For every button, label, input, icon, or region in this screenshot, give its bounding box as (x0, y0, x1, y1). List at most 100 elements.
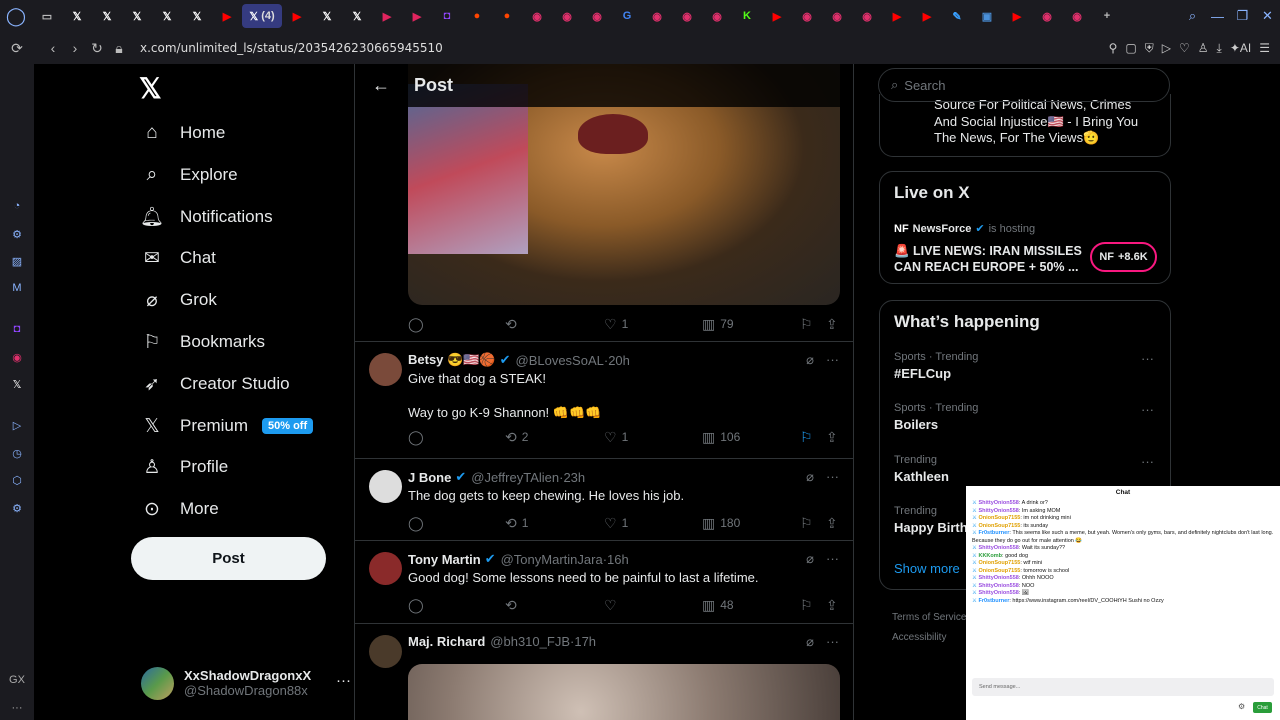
tab-youtube-icon[interactable]: ▶ (912, 4, 942, 28)
menu-icon[interactable]: ☰ (1259, 41, 1270, 55)
tab-arrow-icon[interactable]: ▶ (372, 4, 402, 28)
minimize-icon[interactable]: — (1205, 9, 1230, 24)
more-icon[interactable]: ··· (826, 551, 839, 567)
tab-x-icon[interactable]: 𝕏 (92, 4, 122, 28)
trend-item[interactable]: Sports · Trending Boilers ··· (894, 402, 1154, 432)
grok-icon[interactable]: ⌀ (806, 634, 814, 650)
views-button[interactable]: ▥ 180 (702, 515, 740, 532)
tweet-time[interactable]: 20h (608, 353, 630, 368)
chat-input[interactable]: Send message... (972, 678, 1274, 696)
live-listeners-pill[interactable]: NF +8.6K (1090, 242, 1157, 272)
chat-username[interactable]: OnionSoup7155 (978, 560, 1020, 566)
trend-item[interactable]: Trending Kathleen ··· (894, 454, 1154, 484)
tab-x-icon[interactable]: 𝕏 (152, 4, 182, 28)
tab-arrow-icon[interactable]: ▶ (402, 4, 432, 28)
x-logo-icon[interactable]: 𝕏 (139, 72, 162, 105)
tab-app-icon[interactable]: ▣ (972, 4, 1002, 28)
live-on-x-card[interactable]: Live on X NF NewsForce ✔ is hosting 🚨 LI… (879, 171, 1171, 284)
repost-button[interactable]: ⟲ (505, 316, 522, 333)
tab-instagram-icon[interactable]: ◉ (522, 4, 552, 28)
bookmark-button[interactable]: ⚐ (800, 429, 813, 446)
sidebar-item-premium[interactable]: 𝕏 Premium 50% off (139, 406, 314, 446)
tab-instagram-icon[interactable]: ◉ (642, 4, 672, 28)
reply-tweet[interactable]: Tony Martin ✔ @TonyMartinJara · 16h ⌀ ··· Goo… (355, 540, 853, 623)
more-icon[interactable]: ··· (826, 469, 839, 485)
author-handle[interactable]: @TonyMartinJara (501, 552, 603, 567)
author-name[interactable]: J Bone (408, 470, 451, 485)
play-icon[interactable]: ▷ (1162, 41, 1171, 55)
tab-reddit-icon[interactable]: ● (462, 4, 492, 28)
tweet-time[interactable]: 23h (563, 470, 585, 485)
tab-new-tab-icon[interactable]: + (1092, 4, 1122, 28)
tab-x-icon[interactable]: 𝕏 (122, 4, 152, 28)
tab-instagram-icon[interactable]: ◉ (672, 4, 702, 28)
tab-youtube-icon[interactable]: ▶ (212, 4, 242, 28)
sidebar-item-explore[interactable]: ⌕ Explore (139, 155, 238, 195)
author-name[interactable]: Betsy 😎🇺🇸🏀 (408, 352, 496, 368)
stripes-icon[interactable]: ▨ (9, 253, 25, 269)
like-button[interactable]: ♡ 1 (604, 316, 628, 333)
forward-icon[interactable]: › (64, 40, 86, 56)
search-input[interactable]: ⌕ Search (878, 68, 1170, 102)
settings-icon[interactable]: ⚙ (9, 500, 25, 516)
tab-google-icon[interactable]: G (612, 4, 642, 28)
reload-sidebar-icon[interactable]: ⟳ (6, 40, 28, 57)
chat-username[interactable]: OnionSoup7155 (978, 515, 1020, 521)
chat-settings-icon[interactable]: ⚙ (1238, 702, 1245, 711)
back-icon[interactable]: ‹ (42, 40, 64, 56)
sidebar-item-notifications[interactable]: 🔔︎ Notifications (139, 197, 273, 237)
chat-username[interactable]: ShittyOnion558 (978, 508, 1018, 514)
tab-youtube-icon[interactable]: ▶ (882, 4, 912, 28)
chat-username[interactable]: OnionSoup7155 (978, 568, 1020, 574)
author-name[interactable]: Tony Martin (408, 552, 481, 567)
like-button[interactable]: ♡ 1 (604, 429, 628, 446)
messenger-icon[interactable]: M (9, 280, 25, 296)
accessibility-link[interactable]: Accessibility (892, 628, 966, 648)
back-arrow-icon[interactable]: ← (363, 75, 399, 96)
author-name[interactable]: Maj. Richard (408, 634, 485, 649)
repost-button[interactable]: ⟲ 1 (505, 515, 528, 532)
show-more-link[interactable]: Show more (894, 561, 960, 576)
tab-reddit-icon[interactable]: ● (492, 4, 522, 28)
tab-youtube-icon[interactable]: ▶ (282, 4, 312, 28)
avatar[interactable] (369, 552, 402, 585)
ai-button[interactable]: ✦AI (1230, 41, 1251, 55)
views-button[interactable]: ▥ 48 (702, 597, 734, 614)
more-icon[interactable]: ··· (9, 700, 25, 716)
terms-link[interactable]: Terms of Service (892, 608, 966, 628)
tab-instagram-icon[interactable]: ◉ (1062, 4, 1092, 28)
reply-button[interactable]: ◯ (408, 515, 429, 532)
share-button[interactable]: ⇪ (826, 597, 838, 614)
grok-icon[interactable]: ⌀ (806, 551, 814, 567)
player-icon[interactable]: ▷ (9, 417, 25, 433)
trend-item[interactable]: Sports · Trending #EFLCup ··· (894, 351, 1154, 381)
sidebar-item-home[interactable]: ⌂ Home (139, 113, 225, 153)
like-button[interactable]: ♡ 1 (604, 515, 628, 532)
views-button[interactable]: ▥ 79 (702, 316, 734, 333)
tab-instagram-icon[interactable]: ◉ (582, 4, 612, 28)
sidebar-item-more[interactable]: ⊙ More (139, 489, 219, 529)
more-icon[interactable]: ··· (336, 672, 351, 689)
author-handle[interactable]: @BLovesSoAL (516, 353, 604, 368)
share-button[interactable]: ⇪ (826, 515, 838, 532)
tab-instagram-icon[interactable]: ◉ (702, 4, 732, 28)
tab-x-icon[interactable]: 𝕏 (342, 4, 372, 28)
chat-username[interactable]: ShittyOnion558 (978, 500, 1018, 506)
speed-dial-icon[interactable]: ◔ (9, 198, 25, 214)
scrollbar[interactable] (1270, 64, 1278, 720)
tweet-time[interactable]: 16h (607, 552, 629, 567)
extensions-icon[interactable]: ⬡ (9, 472, 25, 488)
tab-instagram-icon[interactable]: ◉ (1032, 4, 1062, 28)
more-icon[interactable]: ··· (826, 352, 839, 368)
tab-x-icon[interactable]: 𝕏 (312, 4, 342, 28)
tab-x-active-tab-icon[interactable]: 𝕏 (4) (242, 4, 282, 28)
tab-gamepad-icon[interactable]: ▭ (32, 4, 62, 28)
more-icon[interactable]: ··· (1141, 454, 1154, 469)
chat-username[interactable]: ShittyOnion558 (978, 545, 1018, 551)
tab-youtube-icon[interactable]: ▶ (762, 4, 792, 28)
profile-icon[interactable]: ♙ (1198, 41, 1209, 55)
bookmark-button[interactable]: ⚐ (800, 597, 813, 614)
tab-instagram-icon[interactable]: ◉ (552, 4, 582, 28)
tab-instagram-icon[interactable]: ◉ (822, 4, 852, 28)
url-field[interactable]: x.com/unlimited_ls/status/20354262306659… (140, 41, 443, 55)
